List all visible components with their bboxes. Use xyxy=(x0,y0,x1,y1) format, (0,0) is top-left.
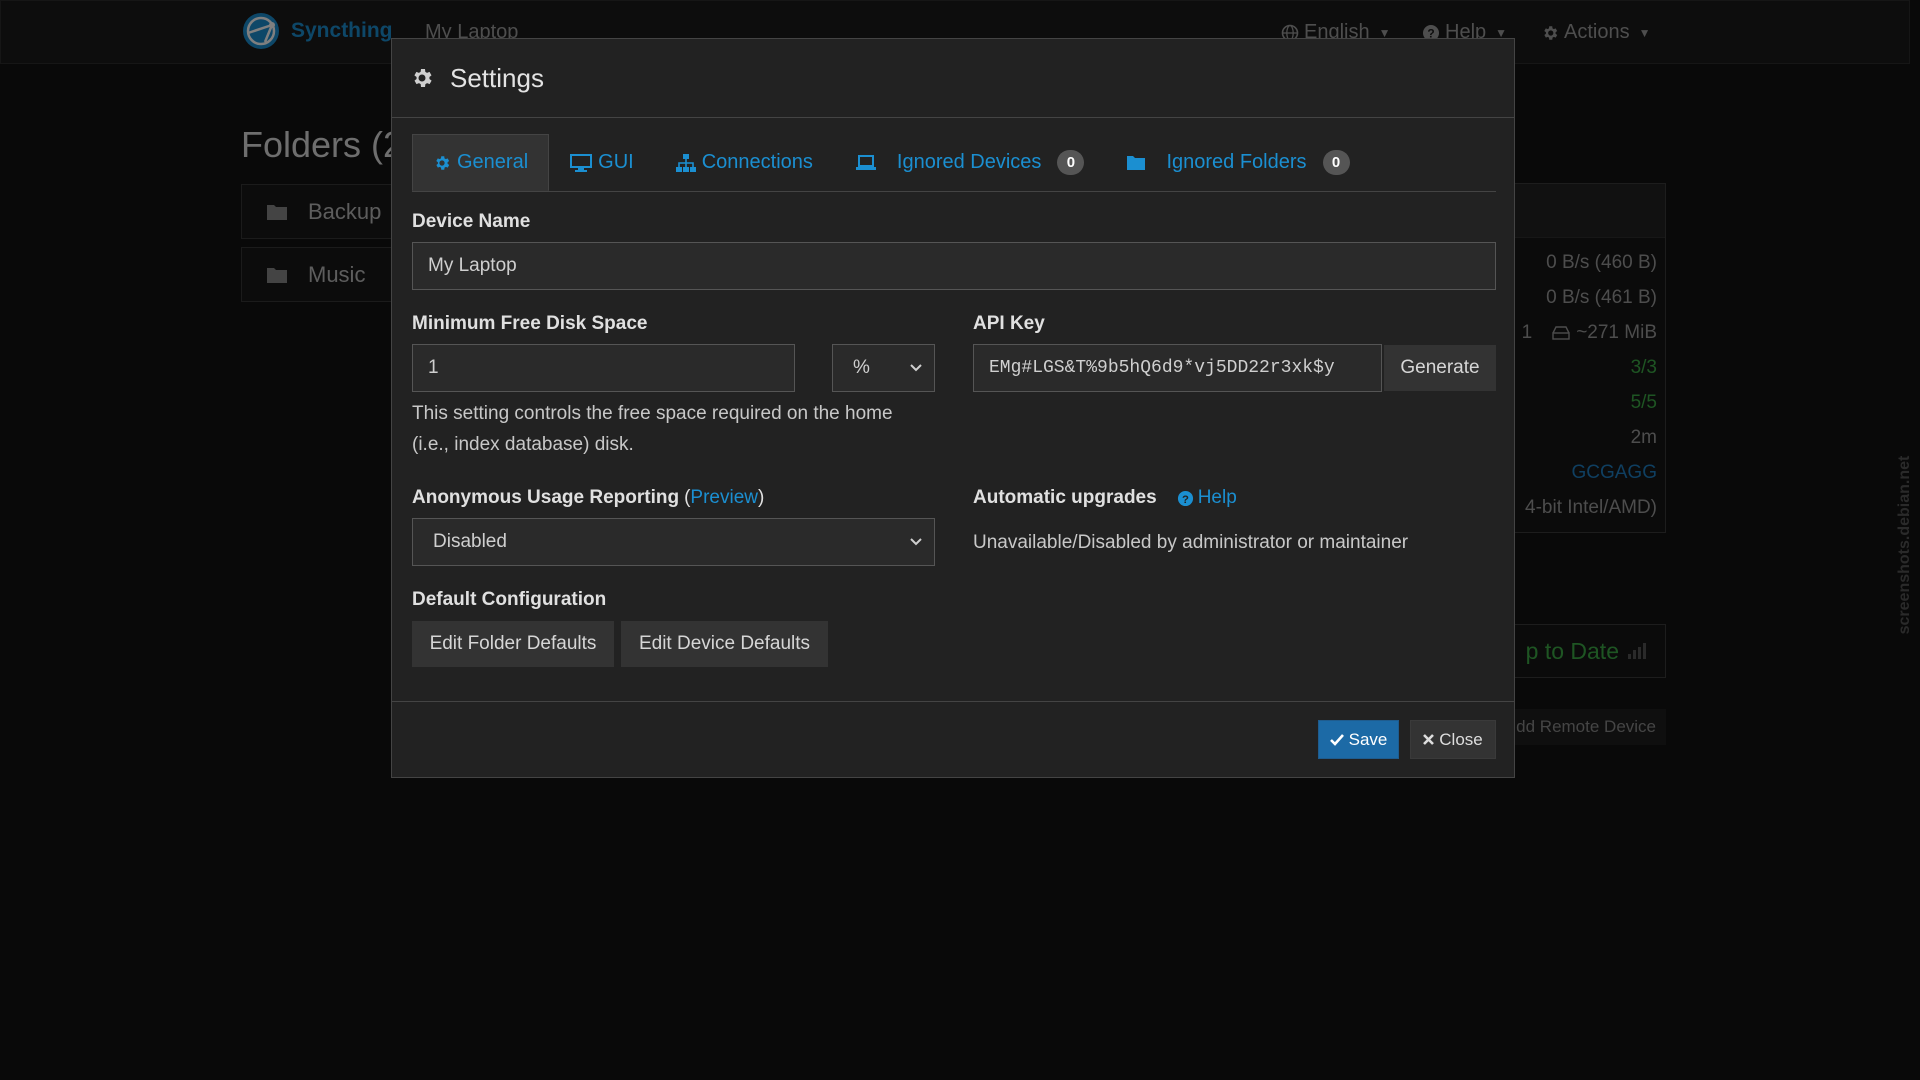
generate-api-key-button[interactable]: Generate xyxy=(1384,345,1496,391)
preview-link[interactable]: Preview xyxy=(690,487,758,509)
min-disk-space-help: This setting controls the free space req… xyxy=(412,398,932,460)
tab-label: General xyxy=(457,151,529,173)
tab-label: GUI xyxy=(598,151,634,173)
edit-folder-defaults-button[interactable]: Edit Folder Defaults xyxy=(412,621,614,667)
close-icon xyxy=(1423,734,1435,745)
gear-icon xyxy=(410,66,434,90)
settings-tabs: General GUI Connections Ignored Devices … xyxy=(412,134,1496,192)
chevron-down-icon xyxy=(910,538,922,546)
sitemap-icon xyxy=(675,153,696,172)
min-disk-space-label: Minimum Free Disk Space xyxy=(412,313,648,334)
min-disk-help-line-1: This setting controls the free space req… xyxy=(412,403,893,424)
auto-upgrades-label: Automatic upgrades ? Help xyxy=(973,487,1237,509)
folder-icon xyxy=(1126,155,1146,171)
modal-header: Settings xyxy=(392,39,1514,118)
gear-icon xyxy=(433,154,451,172)
modal-footer: Save Close xyxy=(392,701,1514,778)
tab-label: Connections xyxy=(701,151,813,173)
tab-gui[interactable]: GUI xyxy=(549,134,655,191)
ignored-devices-count-badge: 0 xyxy=(1057,150,1085,175)
save-button[interactable]: Save xyxy=(1318,720,1399,759)
auto-upgrades-status: Unavailable/Disabled by administrator or… xyxy=(973,532,1409,553)
tab-label: Ignored Devices xyxy=(896,151,1042,173)
close-button[interactable]: Close xyxy=(1410,720,1496,759)
question-circle-icon: ? xyxy=(1177,490,1194,507)
min-disk-help-line-2: (i.e., index database) disk. xyxy=(412,434,634,455)
tab-ignored-devices[interactable]: Ignored Devices 0 xyxy=(834,134,1106,191)
tab-general[interactable]: General xyxy=(412,134,550,191)
usage-reporting-label-text: Anonymous Usage Reporting xyxy=(412,487,680,508)
settings-modal: Settings General GUI Connections Ignored… xyxy=(391,38,1515,778)
preview-close-paren: ) xyxy=(757,487,765,508)
usage-reporting-select[interactable]: Disabled xyxy=(412,518,935,566)
unit-selected-value: % xyxy=(853,357,870,378)
help-link-label: Help xyxy=(1197,487,1237,508)
modal-title: Settings xyxy=(450,62,544,93)
default-configuration-label: Default Configuration xyxy=(412,589,607,610)
tab-label: Ignored Folders xyxy=(1166,151,1307,173)
ignored-folders-count-badge: 0 xyxy=(1322,150,1350,175)
usage-reporting-label: Anonymous Usage Reporting ( Preview ) xyxy=(412,487,764,509)
desktop-icon xyxy=(570,153,593,172)
tab-ignored-folders[interactable]: Ignored Folders 0 xyxy=(1105,134,1370,191)
api-key-input[interactable]: EMg#LGS&T%9b5hQ6d9*vj5DD22r3xk$y xyxy=(973,344,1382,392)
min-disk-space-unit-select[interactable]: % xyxy=(832,344,935,392)
chevron-down-icon xyxy=(910,364,922,372)
min-disk-space-input[interactable]: 1 xyxy=(412,344,795,392)
close-label: Close xyxy=(1439,729,1483,749)
device-name-label: Device Name xyxy=(412,211,531,232)
check-icon xyxy=(1329,733,1344,746)
svg-text:?: ? xyxy=(1182,493,1189,505)
save-label: Save xyxy=(1348,729,1388,749)
device-name-input[interactable]: My Laptop xyxy=(412,242,1496,290)
auto-upgrades-help-link[interactable]: ? Help xyxy=(1177,487,1237,509)
auto-upgrades-label-text: Automatic upgrades xyxy=(973,487,1157,508)
tab-connections[interactable]: Connections xyxy=(655,134,834,191)
laptop-icon xyxy=(855,154,877,171)
edit-device-defaults-button[interactable]: Edit Device Defaults xyxy=(621,621,828,667)
usage-reporting-selected-value: Disabled xyxy=(433,531,507,552)
api-key-label: API Key xyxy=(973,313,1045,334)
